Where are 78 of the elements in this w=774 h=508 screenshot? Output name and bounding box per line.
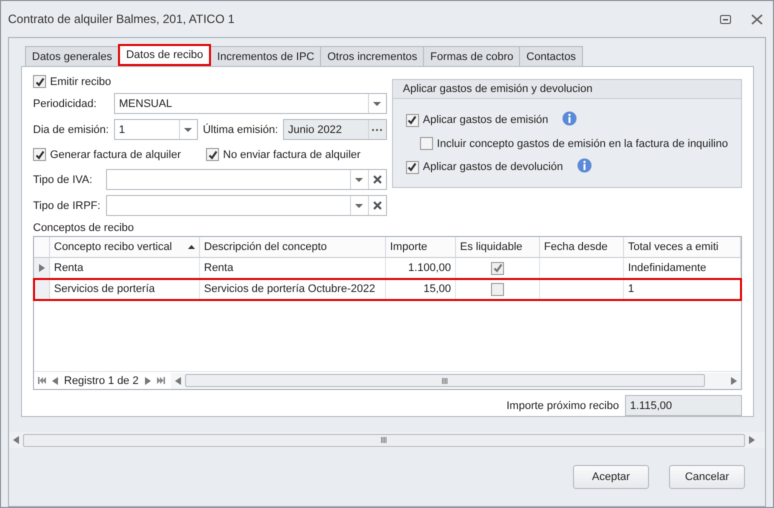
checkbox-label: Generar factura de alquiler: [50, 148, 181, 160]
caret-icon[interactable]: [355, 204, 364, 208]
grip-icon: [442, 378, 448, 384]
column-header[interactable]: Concepto recibo vertical: [50, 237, 200, 258]
tab[interactable]: Datos generales: [25, 46, 120, 66]
clear-icon[interactable]: [372, 175, 382, 184]
field-label: Importe próximo recibo: [506, 400, 619, 412]
tab[interactable]: Formas de cobro: [423, 46, 520, 66]
checkbox[interactable]: [406, 114, 419, 126]
checkbox[interactable]: [406, 160, 419, 174]
field-label: Tipo de IRPF:: [33, 200, 101, 212]
column-header[interactable]: Descripción del concepto: [200, 237, 386, 258]
checkbox-label: Emitir recibo: [50, 76, 112, 88]
table-cell: 15,00: [386, 279, 456, 300]
checkbox[interactable]: [491, 282, 504, 296]
row-indicator[interactable]: [34, 279, 50, 300]
first-record-icon[interactable]: [38, 377, 46, 384]
scroll-right-icon[interactable]: [731, 376, 737, 384]
record-counter: Registro 1 de 2: [64, 374, 139, 386]
field-label: Dia de emisión:: [33, 124, 109, 136]
scrollbar-thumb[interactable]: [184, 374, 705, 387]
close-icon[interactable]: [751, 14, 763, 24]
periodicity-dropdown[interactable]: MENSUAL: [114, 93, 387, 114]
group-title: Aplicar gastos de emisión y devolucion: [392, 80, 741, 99]
table-cell: 1.100,00: [386, 258, 456, 279]
column-header[interactable]: Fecha desde: [540, 237, 624, 258]
last-record-icon[interactable]: [156, 377, 165, 384]
scroll-right-icon[interactable]: [749, 436, 755, 444]
row-indicator[interactable]: [34, 258, 50, 279]
dialog-button[interactable]: Cancelar: [669, 465, 745, 489]
caret-icon[interactable]: [184, 128, 192, 132]
scroll-left-icon[interactable]: [13, 436, 19, 444]
clear-icon[interactable]: [372, 201, 382, 210]
field-label: Periodicidad:: [33, 98, 98, 110]
horizontal-scrollbar[interactable]: [9, 432, 765, 448]
checkbox-label: Aplicar gastos de emisión: [422, 114, 548, 126]
table-cell: Servicios de portería Octubre-2022: [200, 279, 386, 300]
column-header[interactable]: Total veces a emiti: [624, 237, 741, 258]
checkbox-label: Aplicar gastos de devolución: [422, 161, 563, 173]
table-cell: Servicios de portería: [50, 279, 200, 300]
checkbox[interactable]: [33, 148, 46, 161]
column-header[interactable]: Importe: [386, 237, 456, 258]
dialog-button[interactable]: Aceptar: [573, 465, 649, 489]
table-cell: Renta: [200, 258, 386, 279]
checkbox[interactable]: [491, 262, 504, 274]
checkbox-label: No enviar factura de alquiler: [223, 148, 361, 160]
current-row-icon[interactable]: [38, 264, 44, 272]
window-title: Contrato de alquiler Balmes, 201, ATICO 1: [8, 12, 235, 26]
section-title: Conceptos de recibo: [33, 222, 135, 234]
caret-icon[interactable]: [355, 178, 364, 182]
info-icon[interactable]: [562, 111, 578, 126]
column-header[interactable]: Es liquidable: [456, 237, 540, 258]
tab[interactable]: Otros incrementos: [320, 46, 424, 66]
restore-icon[interactable]: [720, 14, 731, 24]
issue-day-dropdown[interactable]: 1: [114, 119, 198, 140]
checkbox[interactable]: [33, 75, 46, 88]
horizontal-scrollbar[interactable]: [170, 372, 741, 388]
table-cell: Indefinidamente: [624, 258, 741, 279]
sort-ascending-icon: [188, 245, 195, 249]
tab[interactable]: Datos de recibo: [118, 44, 212, 66]
checkbox-label: Incluir concepto gastos de emisión en la factura de inquilino: [436, 138, 728, 150]
caret-icon[interactable]: [373, 102, 382, 106]
tab[interactable]: Incrementos de IPC: [210, 46, 322, 66]
next-record-icon[interactable]: [144, 376, 151, 384]
field-label: Tipo de IVA:: [33, 174, 94, 186]
checkbox[interactable]: [206, 148, 219, 161]
info-icon[interactable]: [576, 158, 592, 173]
last-issue-field[interactable]: Junio 2022: [283, 119, 387, 140]
next-amount-field: 1.115,00: [625, 395, 742, 416]
scroll-left-icon[interactable]: [174, 376, 181, 384]
previous-record-icon[interactable]: [52, 376, 58, 384]
field-label: Última emisión:: [202, 124, 278, 136]
scrollbar-thumb[interactable]: [23, 434, 745, 446]
table-cell: 1: [624, 279, 741, 300]
grip-icon: [381, 437, 387, 443]
checkbox[interactable]: [420, 137, 433, 150]
tab[interactable]: Contactos: [519, 46, 583, 66]
table-cell: Renta: [50, 258, 200, 279]
